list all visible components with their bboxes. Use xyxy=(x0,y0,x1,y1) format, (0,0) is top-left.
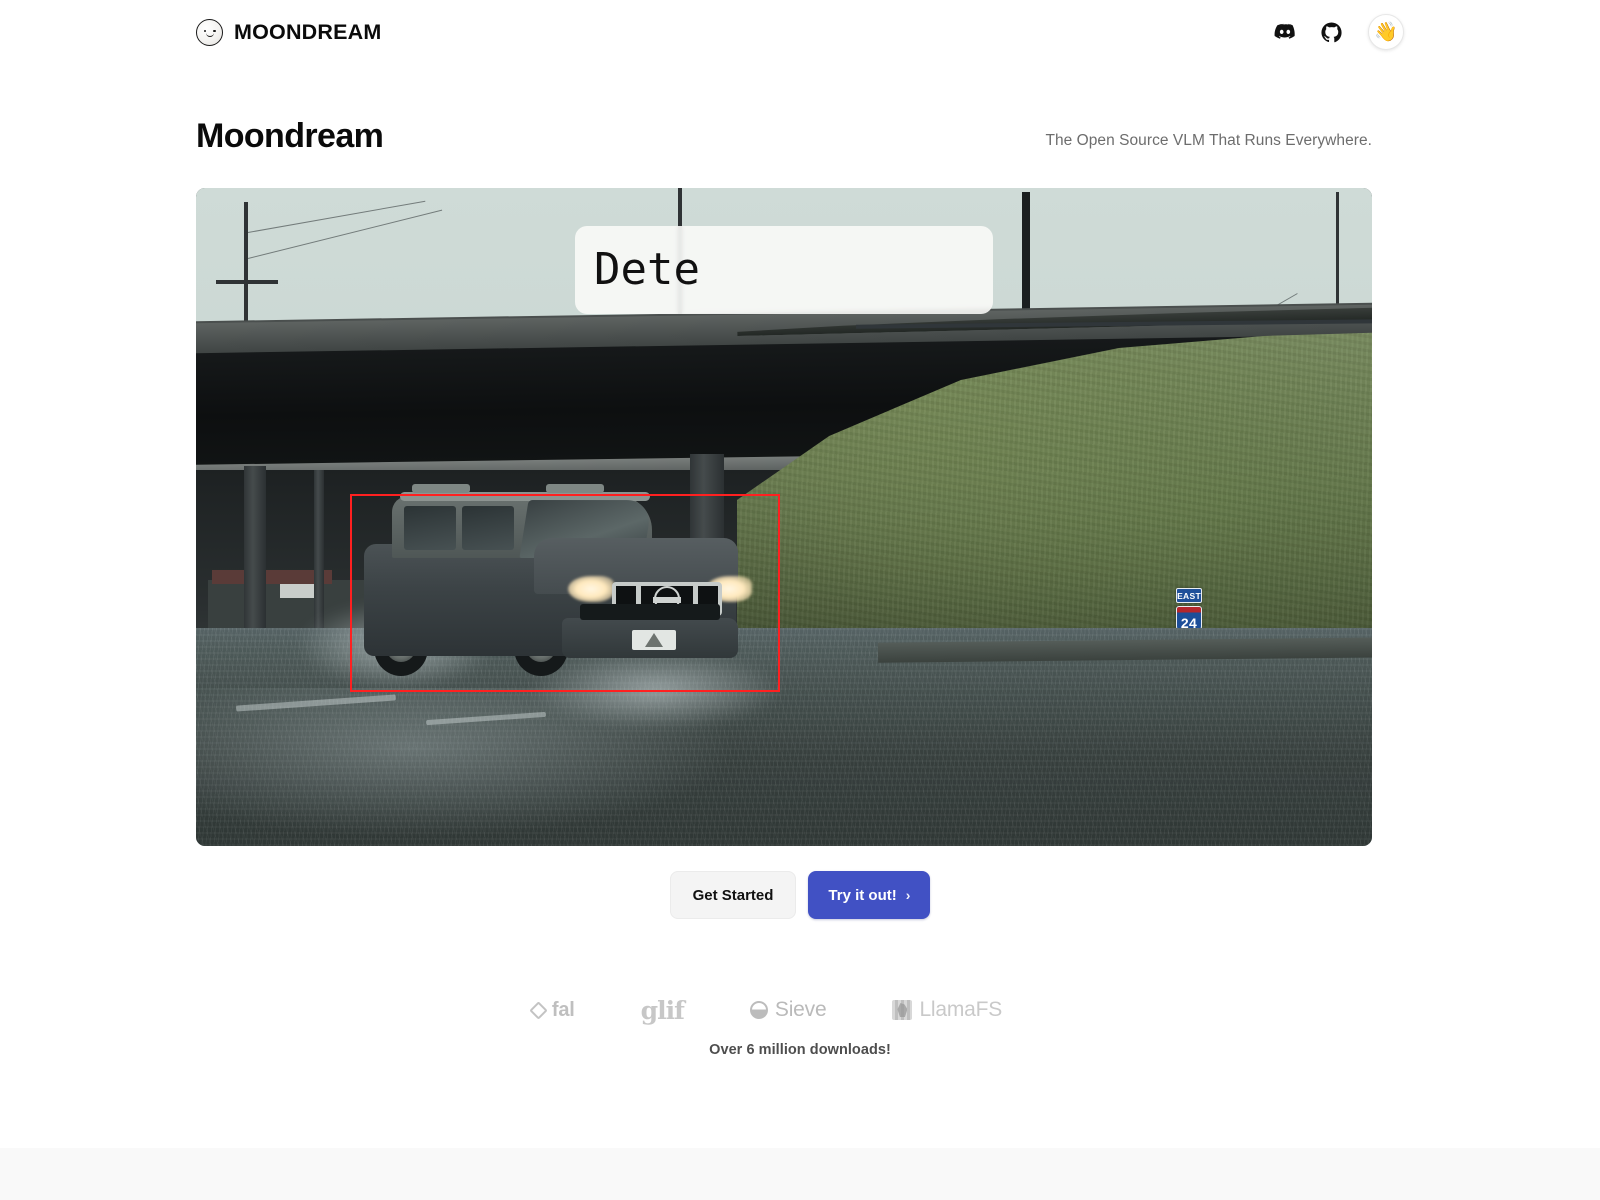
site-header: MOONDREAM 👋 xyxy=(0,0,1600,64)
discord-icon[interactable] xyxy=(1270,17,1300,47)
downloads-count-text: Over 6 million downloads! xyxy=(709,1042,891,1058)
logo-llamafs-label: LlamaFS xyxy=(919,998,1003,1021)
hero-demo-video[interactable]: EAST 24 ⬑ xyxy=(196,188,1372,846)
sieve-ring-icon xyxy=(749,1001,768,1019)
logo-fal-label: fal xyxy=(551,998,575,1021)
roof-rack-front xyxy=(412,484,470,493)
logo-fal[interactable]: fal xyxy=(529,998,575,1022)
detected-vehicle xyxy=(356,484,752,676)
llamafs-glyph-icon xyxy=(892,1000,913,1020)
logo-glif[interactable]: glif xyxy=(640,995,685,1025)
hero-tagline: The Open Source VLM That Runs Everywhere… xyxy=(1045,132,1372,150)
fal-diamond-icon xyxy=(529,1000,548,1020)
try-it-out-button[interactable]: Try it out! › xyxy=(808,871,931,919)
logo-sieve[interactable]: Sieve xyxy=(749,998,827,1022)
github-icon[interactable] xyxy=(1316,17,1346,47)
window-side xyxy=(462,506,514,550)
prompt-caption-text: Dete xyxy=(594,244,700,295)
chevron-right-icon: › xyxy=(905,887,911,903)
air-dam xyxy=(580,604,720,620)
brand-name: MOONDREAM xyxy=(234,19,382,44)
roof-rack-rear xyxy=(546,484,604,493)
headlight-left xyxy=(568,576,614,602)
header-actions: 👋 xyxy=(1270,14,1404,50)
logo-llamafs[interactable]: LlamaFS xyxy=(892,998,1002,1022)
utility-crossarm-upper xyxy=(216,280,278,284)
partner-logo-strip: fal glif Sieve LlamaFS xyxy=(0,988,1600,1032)
logo-glif-label: glif xyxy=(640,995,685,1025)
page-root: MOONDREAM 👋 Moondream The Open Source VL… xyxy=(0,0,1600,1200)
cta-button-row: Get Started Try it out! › xyxy=(0,871,1600,919)
next-section-divider xyxy=(0,1148,1600,1200)
try-it-out-label: Try it out! xyxy=(828,886,897,904)
brand-logo-link[interactable]: MOONDREAM xyxy=(196,18,382,46)
waving-hand-icon[interactable]: 👋 xyxy=(1368,14,1404,50)
page-title: Moondream xyxy=(196,117,384,155)
hero-headline-row: Moondream The Open Source VLM That Runs … xyxy=(196,117,1372,155)
prompt-caption-overlay: Dete xyxy=(575,226,993,314)
window-rear xyxy=(404,506,456,550)
get-started-button[interactable]: Get Started xyxy=(669,871,797,919)
logo-sieve-label: Sieve xyxy=(774,998,827,1021)
slim-pole-far-right xyxy=(1336,192,1339,320)
moon-face-icon xyxy=(196,18,223,46)
license-plate xyxy=(632,630,676,650)
road-sign-east: EAST xyxy=(1176,588,1202,603)
